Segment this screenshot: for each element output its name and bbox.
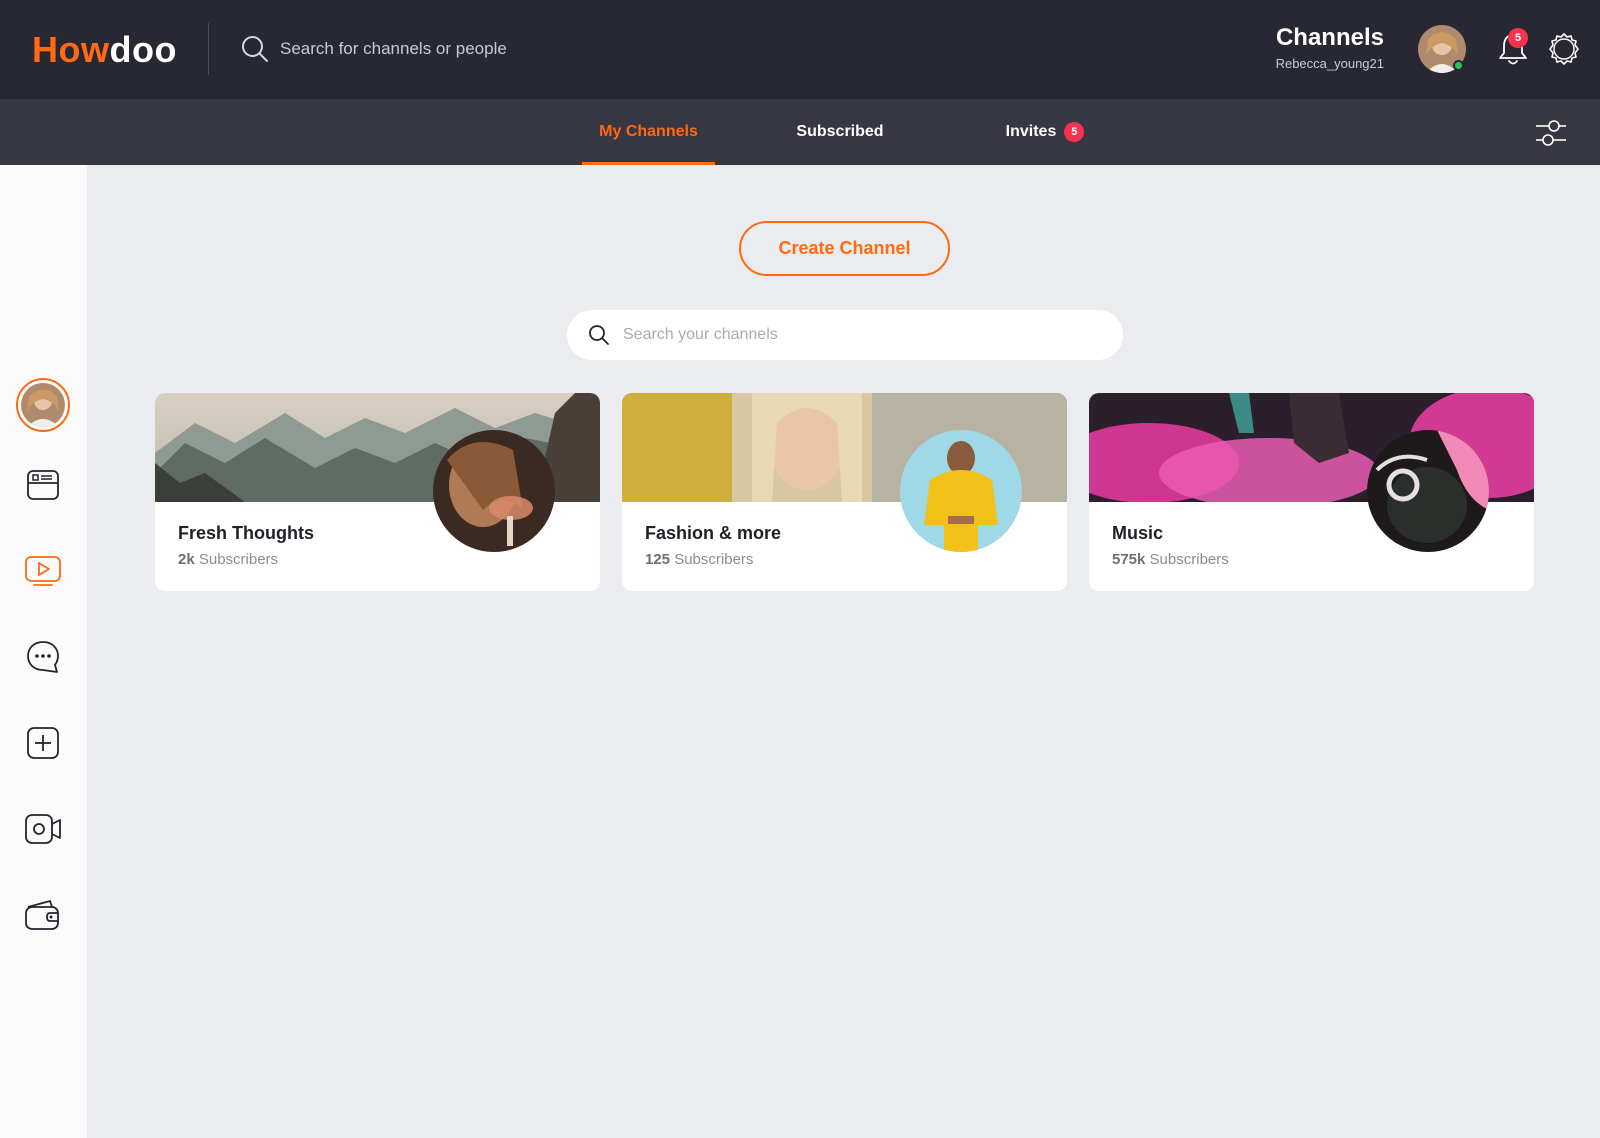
tab-my-channels[interactable]: My Channels [582, 99, 715, 165]
howdoo-logo[interactable]: Howdoo [32, 28, 177, 72]
channel-subscribers: 125 Subscribers [645, 551, 754, 568]
online-status-dot [1453, 60, 1464, 71]
filter-sliders-icon[interactable] [1534, 116, 1568, 150]
sidebar-profile-avatar[interactable] [16, 378, 70, 432]
tab-subscribed-label: Subscribed [796, 123, 884, 140]
top-bar: Howdoo Search for channels or people Cha… [0, 0, 1600, 99]
channels-play-icon [25, 556, 61, 586]
channel-name: Fashion & more [645, 523, 782, 543]
search-icon [589, 325, 609, 345]
channel-card[interactable]: Fashion & more 125 Subscribers [622, 393, 1067, 591]
channel-avatar-image [433, 430, 555, 552]
invites-badge: 5 [1064, 122, 1085, 142]
channel-card[interactable]: Fresh Thoughts 2k Subscribers [155, 393, 600, 591]
channel-name: Music [1112, 523, 1164, 543]
channel-subscribers: 575k Subscribers [1112, 551, 1229, 568]
channel-card[interactable]: Music 575k Subscribers [1089, 393, 1534, 591]
tab-invites-label: Invites [1005, 123, 1057, 140]
page-title: Channels [1275, 24, 1384, 51]
chat-bubble-icon [27, 641, 59, 673]
tab-subscribed[interactable]: Subscribed [770, 99, 910, 165]
global-search[interactable]: Search for channels or people [240, 34, 507, 64]
video-camera-icon [25, 814, 61, 844]
add-post-icon [27, 727, 59, 759]
tab-bar: My Channels Subscribed Invites 5 [0, 99, 1600, 165]
sidebar-item-wallet[interactable] [20, 892, 66, 938]
channel-avatar-image [900, 430, 1022, 552]
channel-name: Fresh Thoughts [178, 523, 314, 543]
channel-avatar-image [1367, 430, 1489, 552]
global-search-placeholder: Search for channels or people [280, 39, 507, 58]
sidebar-item-video[interactable] [20, 806, 66, 852]
channel-search [567, 310, 1123, 360]
notification-badge: 5 [1508, 28, 1528, 48]
news-feed-icon [27, 470, 59, 500]
sidebar-item-create[interactable] [20, 720, 66, 766]
wallet-icon [25, 900, 59, 930]
gear-icon[interactable] [1547, 32, 1581, 66]
sidebar [0, 165, 87, 1138]
sidebar-item-feed[interactable] [20, 462, 66, 508]
page-header: Channels Rebecca_young21 [1276, 24, 1384, 71]
tab-invites[interactable]: Invites 5 [990, 99, 1100, 165]
tab-my-channels-label: My Channels [599, 123, 698, 140]
create-channel-button[interactable]: Create Channel [739, 221, 950, 276]
sidebar-item-chat[interactable] [20, 634, 66, 680]
username: Rebecca_young21 [1275, 56, 1384, 71]
sidebar-item-channels[interactable] [20, 548, 66, 594]
top-divider [208, 23, 209, 75]
search-icon [242, 36, 268, 62]
channel-subscribers: 2k Subscribers [178, 551, 279, 568]
channel-search-input[interactable] [623, 326, 1093, 344]
